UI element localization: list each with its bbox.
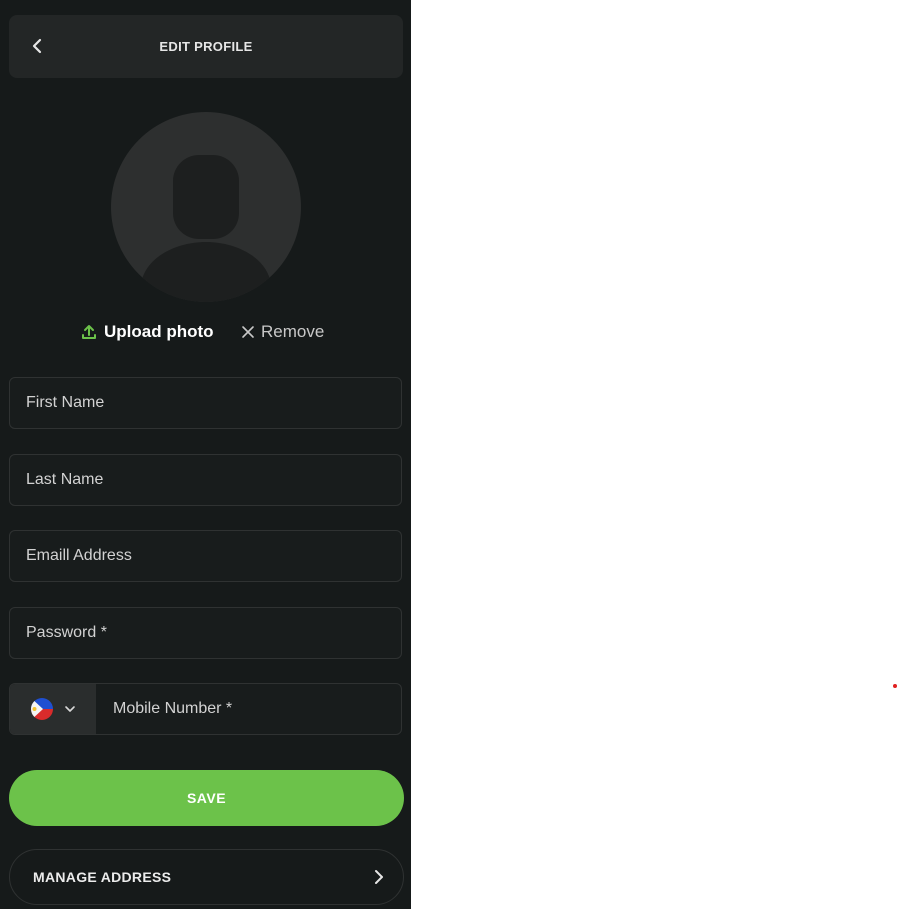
philippines-flag-icon <box>31 698 53 720</box>
password-field[interactable] <box>10 608 401 658</box>
upload-photo-label: Upload photo <box>104 322 214 341</box>
first-name-field-wrapper <box>9 377 402 429</box>
first-name-field[interactable] <box>10 378 401 428</box>
manage-address-button[interactable]: MANAGE ADDRESS <box>9 849 404 905</box>
header-bar: EDIT PROFILE <box>9 15 403 78</box>
last-name-field[interactable] <box>10 455 401 505</box>
save-button[interactable]: SAVE <box>9 770 404 826</box>
remove-photo-button[interactable]: Remove <box>241 322 324 342</box>
email-field[interactable] <box>10 531 401 581</box>
edit-profile-screen: EDIT PROFILE Upload photo Remove First N… <box>0 0 411 909</box>
photo-actions: Upload photo Remove <box>0 318 411 348</box>
manage-address-label: MANAGE ADDRESS <box>33 869 172 885</box>
chevron-down-icon <box>65 706 75 712</box>
upload-icon <box>82 325 96 339</box>
chevron-right-icon <box>375 870 383 884</box>
user-silhouette-icon <box>141 155 271 302</box>
password-field-wrapper <box>9 607 402 659</box>
last-name-field-wrapper <box>9 454 402 506</box>
mobile-number-field[interactable] <box>96 684 401 734</box>
mobile-field-wrapper <box>9 683 402 735</box>
back-button[interactable] <box>23 31 53 61</box>
country-code-select[interactable] <box>10 684 96 734</box>
red-marker-dot <box>893 684 897 688</box>
page-title: EDIT PROFILE <box>159 39 253 54</box>
upload-photo-button[interactable]: Upload photo <box>80 322 214 342</box>
close-icon <box>242 326 254 338</box>
email-field-wrapper <box>9 530 402 582</box>
avatar[interactable] <box>111 112 301 302</box>
chevron-left-icon <box>32 38 42 54</box>
remove-photo-label: Remove <box>261 322 325 341</box>
